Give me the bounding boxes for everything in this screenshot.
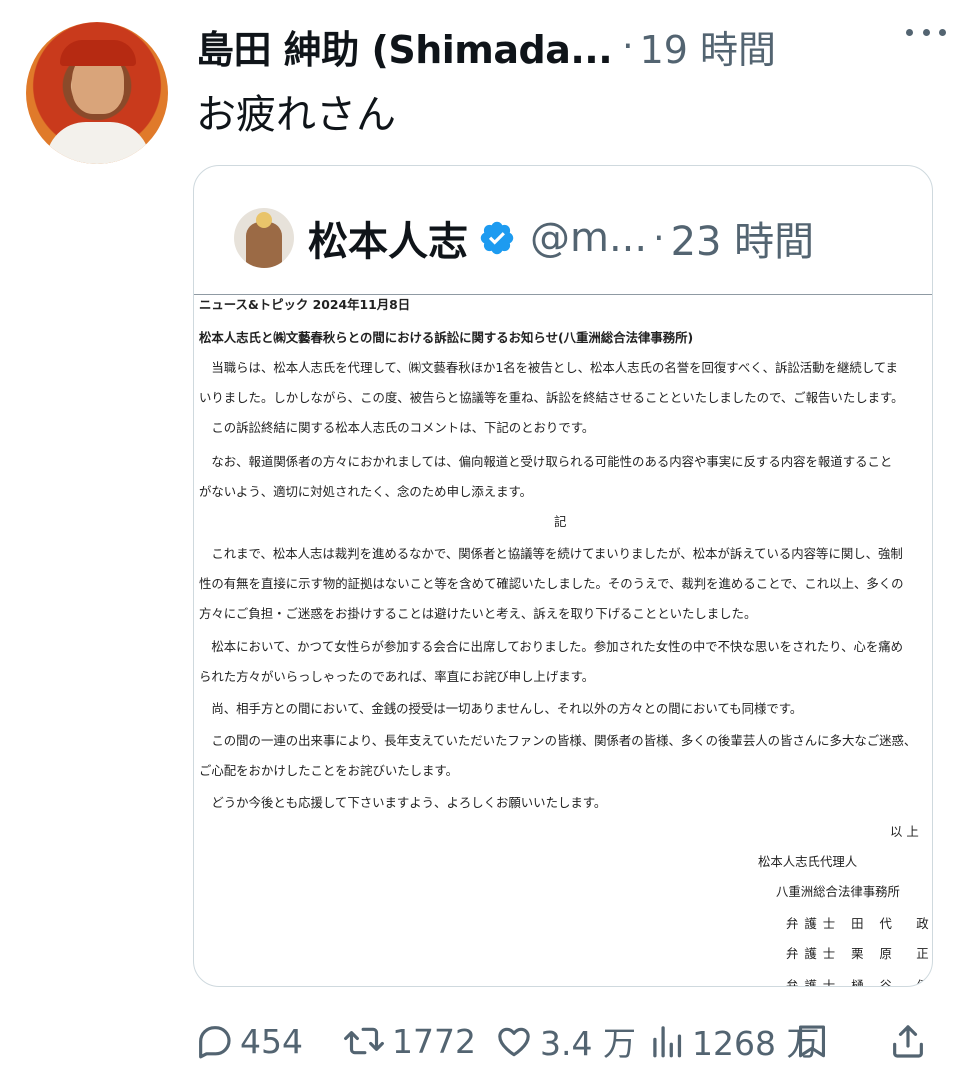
doc-firm: 八重洲総合法律事務所 bbox=[776, 884, 900, 899]
doc-closing: 以 上 bbox=[890, 824, 919, 839]
doc-line: 当職らは、松本人志氏を代理して、㈱文藝春秋ほか1名を被告とし、松本人志氏の名誉を… bbox=[199, 360, 898, 375]
doc-line: 方々にご負担・ご迷惑をお掛けすることは避けたいと考え、訴えを取り下げることといた… bbox=[199, 606, 757, 621]
doc-line: ニュース&トピック 2024年11月8日 bbox=[199, 297, 411, 312]
doc-line: なお、報道関係者の方々におかれましては、偏向報道と受け取られる可能性のある内容や… bbox=[199, 454, 893, 469]
doc-lawyer: 弁護士 栗 原 正 晴 bbox=[786, 946, 932, 961]
doc-line: これまで、松本人志は裁判を進めるなかで、関係者と協議等を続けてまいりましたが、松… bbox=[199, 546, 903, 561]
attached-document-image[interactable]: ニュース&トピック 2024年11月8日 松本人志氏と㈱文藝春秋らとの間における… bbox=[194, 295, 932, 986]
doc-line: ご心配をおかけしたことをお詫びいたします。 bbox=[199, 763, 458, 778]
reply-count: 454 bbox=[240, 1021, 303, 1061]
quoted-tweet-header: 松本人志 @m... · 23 時間 bbox=[234, 208, 815, 268]
tweet-action-bar: 454 1772 3.4 万 1268 万 bbox=[194, 1016, 934, 1066]
separator-dot: · bbox=[653, 217, 665, 259]
avatar-shirt bbox=[46, 122, 150, 164]
doc-line: 松本人志氏と㈱文藝春秋らとの間における訴訟に関するお知らせ(八重洲総合法律事務所… bbox=[199, 330, 694, 345]
like-icon bbox=[498, 1027, 530, 1057]
doc-lawyer: 弁護士 樋 谷 倭 子 bbox=[786, 978, 932, 986]
doc-lawyer: 弁護士 田 代 政 弘 bbox=[786, 916, 932, 931]
share-button[interactable] bbox=[888, 1016, 928, 1066]
more-options-icon[interactable] bbox=[906, 22, 946, 42]
doc-line: この間の一連の出来事により、長年支えていただいたファンの皆様、関係者の皆様、多く… bbox=[199, 733, 917, 748]
bookmark-icon bbox=[798, 1025, 826, 1058]
doc-line: いりました。しかしながら、この度、被告らと協議等を重ね、訴訟を終結させることとい… bbox=[199, 390, 904, 405]
doc-line: 性の有無を直接に示す物的証拠はないこと等を含めて確認いたしました。そのうえで、裁… bbox=[199, 576, 904, 591]
doc-line: 尚、相手方との間において、金銭の授受は一切ありませんし、それ以外の方々との間にお… bbox=[199, 701, 803, 716]
user-avatar[interactable] bbox=[26, 22, 168, 164]
retweet-icon bbox=[344, 1027, 384, 1055]
doc-line: 松本において、かつて女性らが参加する会合に出席しておりました。参加された女性の中… bbox=[199, 639, 904, 654]
quoted-author-handle: @m... bbox=[530, 215, 648, 261]
like-count: 3.4 万 bbox=[540, 1024, 636, 1063]
tweet-header: 島田 紳助 (Shimada... · 19 時間 bbox=[196, 18, 940, 74]
reply-button[interactable]: 454 bbox=[194, 1016, 303, 1066]
quoted-author-name: 松本人志 bbox=[308, 219, 468, 265]
doc-line: この訴訟終結に関する松本人志氏のコメントは、下記のとおりです。 bbox=[199, 420, 595, 435]
quoted-tweet-card[interactable]: 松本人志 @m... · 23 時間 ニュース&トピック 2024年11月8日 … bbox=[193, 165, 933, 987]
doc-line: 記 bbox=[554, 514, 567, 529]
retweet-count: 1772 bbox=[392, 1021, 476, 1061]
tweet-text: お疲れさん bbox=[196, 92, 396, 138]
quoted-user-avatar bbox=[234, 208, 294, 268]
doc-line: られた方々がいらっしゃったのであれば、率直にお詫び申し上げます。 bbox=[199, 669, 595, 684]
author-name[interactable]: 島田 紳助 (Shimada... bbox=[196, 19, 613, 74]
quoted-tweet-timestamp: 23 時間 bbox=[670, 219, 815, 265]
views-icon bbox=[653, 1026, 682, 1058]
bookmark-button[interactable] bbox=[794, 1016, 830, 1066]
retweet-button[interactable]: 1772 bbox=[342, 1016, 476, 1066]
verified-badge-icon bbox=[480, 221, 514, 255]
like-button[interactable]: 3.4 万 bbox=[494, 1016, 636, 1066]
doc-line: がないよう、適切に対処されたく、念のため申し添えます。 bbox=[199, 484, 533, 499]
share-icon bbox=[893, 1025, 923, 1058]
avatar-hat bbox=[60, 40, 136, 66]
separator-dot: · bbox=[622, 25, 634, 67]
doc-line: どうか今後とも応援して下さいますよう、よろしくお願いいたします。 bbox=[199, 795, 607, 810]
reply-icon bbox=[199, 1026, 231, 1059]
doc-agent: 松本人志氏代理人 bbox=[758, 854, 858, 869]
tweet-timestamp[interactable]: 19 時間 bbox=[640, 19, 776, 74]
